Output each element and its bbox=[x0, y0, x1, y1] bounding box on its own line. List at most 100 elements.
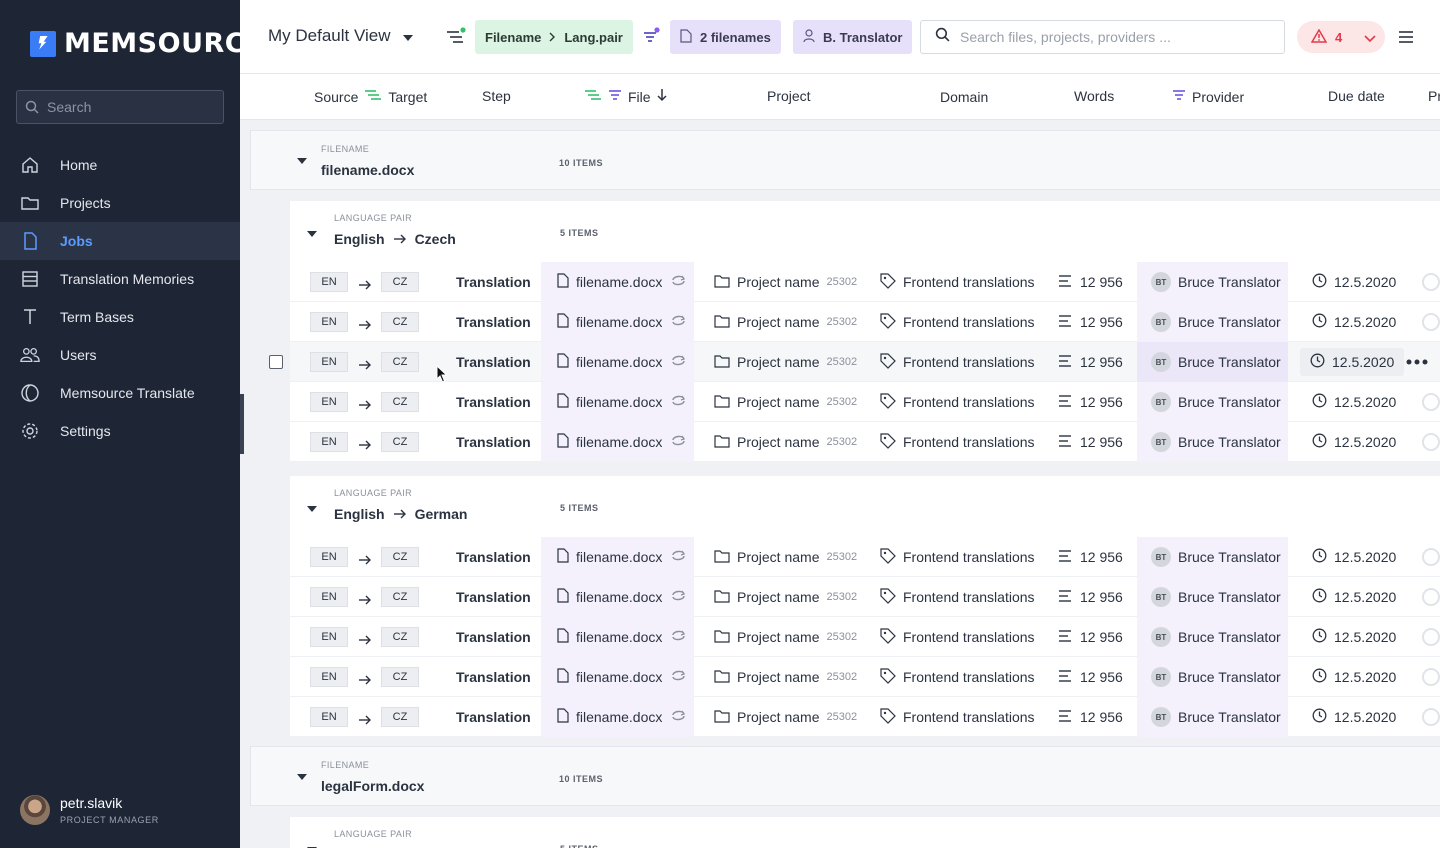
table-row[interactable]: EN CZ Translation filename.docx Project name… bbox=[290, 382, 1440, 422]
due-date-cell[interactable]: 12.5.2020 bbox=[1312, 382, 1396, 422]
avatar[interactable] bbox=[20, 795, 50, 825]
provider-cell[interactable]: BT Bruce Translator bbox=[1137, 382, 1288, 422]
user-profile[interactable]: petr.slavik PROJECT MANAGER bbox=[20, 795, 159, 825]
word-count: 12 956 bbox=[1080, 709, 1123, 725]
sidebar-search-input[interactable] bbox=[47, 99, 217, 115]
project-cell[interactable]: Project name 25302 bbox=[714, 342, 857, 382]
table-row[interactable]: EN CZ Translation filename.docx Project name… bbox=[290, 342, 1440, 382]
provider-filter-chip[interactable]: B. Translator bbox=[793, 20, 913, 54]
menu-icon[interactable] bbox=[1398, 30, 1414, 49]
table-row[interactable]: EN CZ Translation filename.docx Project name… bbox=[290, 617, 1440, 657]
provider-cell[interactable]: BT Bruce Translator bbox=[1137, 262, 1288, 302]
column-source-target[interactable]: Source Target bbox=[314, 88, 427, 105]
table-row[interactable]: EN CZ Translation filename.docx Project name… bbox=[290, 422, 1440, 462]
file-name: filename.docx bbox=[576, 394, 663, 410]
due-date-cell[interactable]: 12.5.2020 bbox=[1300, 348, 1405, 376]
project-cell[interactable]: Project name 25302 bbox=[714, 657, 857, 697]
column-step[interactable]: Step bbox=[482, 88, 511, 104]
project-name: Project name bbox=[737, 589, 820, 605]
brand-logo[interactable]: MEMSOURCE bbox=[30, 28, 264, 59]
view-name: My Default View bbox=[268, 26, 391, 45]
sidebar-item-term-bases[interactable]: Term Bases bbox=[0, 298, 240, 336]
due-date-cell[interactable]: 12.5.2020 bbox=[1312, 577, 1396, 617]
language-pair-group-header[interactable]: LANGUAGE PAIR English Czech 5 ITEMS bbox=[290, 201, 1440, 263]
group-by-chip[interactable]: Filename Lang.pair bbox=[475, 20, 633, 54]
view-selector[interactable]: My Default View bbox=[268, 26, 413, 46]
column-domain[interactable]: Domain bbox=[940, 89, 988, 105]
project-cell[interactable]: Project name 25302 bbox=[714, 422, 857, 462]
sidebar-item-users[interactable]: Users bbox=[0, 336, 240, 374]
more-actions-icon[interactable] bbox=[1406, 342, 1428, 382]
project-cell[interactable]: Project name 25302 bbox=[714, 382, 857, 422]
project-cell[interactable]: Project name 25302 bbox=[714, 577, 857, 617]
due-date-cell[interactable]: 12.5.2020 bbox=[1312, 657, 1396, 697]
caret-down-icon[interactable] bbox=[307, 231, 317, 237]
provider-cell[interactable]: BT Bruce Translator bbox=[1137, 617, 1288, 657]
table-row[interactable]: EN CZ Translation filename.docx Project name… bbox=[290, 537, 1440, 577]
file-cell[interactable]: filename.docx bbox=[541, 537, 694, 577]
language-pair-group-header[interactable]: LANGUAGE PAIR 5 ITEMS bbox=[290, 817, 1440, 848]
table-row[interactable]: EN CZ Translation filename.docx Project name… bbox=[290, 302, 1440, 342]
file-cell[interactable]: filename.docx bbox=[541, 302, 694, 342]
row-select-checkbox[interactable] bbox=[269, 355, 283, 369]
due-date-cell[interactable]: 12.5.2020 bbox=[1312, 617, 1396, 657]
search-icon bbox=[25, 100, 39, 114]
sidebar-item-projects[interactable]: Projects bbox=[0, 184, 240, 222]
file-cell[interactable]: filename.docx bbox=[541, 342, 694, 382]
filename-group-header[interactable]: FILENAME legalForm.docx 10 ITEMS bbox=[250, 746, 1440, 806]
column-due-date[interactable]: Due date bbox=[1328, 88, 1385, 104]
sidebar-item-home[interactable]: Home bbox=[0, 146, 240, 184]
file-cell[interactable]: filename.docx bbox=[541, 422, 694, 462]
filename-filter-label: 2 filenames bbox=[700, 29, 771, 45]
file-cell[interactable]: filename.docx bbox=[541, 617, 694, 657]
filter-icon[interactable] bbox=[642, 27, 662, 52]
file-cell[interactable]: filename.docx bbox=[541, 382, 694, 422]
due-date-cell[interactable]: 12.5.2020 bbox=[1312, 422, 1396, 462]
column-file[interactable]: File bbox=[584, 88, 667, 105]
due-date-cell[interactable]: 12.5.2020 bbox=[1312, 537, 1396, 577]
column-extra[interactable]: Pr bbox=[1428, 88, 1440, 104]
filename-group-header[interactable]: FILENAME filename.docx 10 ITEMS bbox=[250, 130, 1440, 190]
provider-cell[interactable]: BT Bruce Translator bbox=[1137, 342, 1288, 382]
project-cell[interactable]: Project name 25302 bbox=[714, 697, 857, 737]
language-pair-group-header[interactable]: LANGUAGE PAIR English German 5 ITEMS bbox=[290, 476, 1440, 538]
provider-cell[interactable]: BT Bruce Translator bbox=[1137, 537, 1288, 577]
column-project[interactable]: Project bbox=[767, 88, 811, 104]
project-cell[interactable]: Project name 25302 bbox=[714, 302, 857, 342]
project-cell[interactable]: Project name 25302 bbox=[714, 537, 857, 577]
due-date-cell[interactable]: 12.5.2020 bbox=[1312, 302, 1396, 342]
global-search-input[interactable] bbox=[960, 29, 1270, 45]
arrow-right-icon bbox=[358, 552, 372, 570]
due-date-cell[interactable]: 12.5.2020 bbox=[1312, 697, 1396, 737]
caret-down-icon[interactable] bbox=[297, 774, 307, 780]
caret-down-icon[interactable] bbox=[297, 158, 307, 164]
column-words[interactable]: Words bbox=[1074, 88, 1114, 104]
sidebar-item-memsource-translate[interactable]: Memsource Translate bbox=[0, 374, 240, 412]
provider-cell[interactable]: BT Bruce Translator bbox=[1137, 697, 1288, 737]
file-cell[interactable]: filename.docx bbox=[541, 697, 694, 737]
group-settings-icon[interactable] bbox=[445, 27, 467, 52]
filename-filter-chip[interactable]: 2 filenames bbox=[670, 20, 781, 54]
table-row[interactable]: EN CZ Translation filename.docx Project name… bbox=[290, 577, 1440, 617]
file-cell[interactable]: filename.docx bbox=[541, 262, 694, 302]
caret-down-icon[interactable] bbox=[307, 506, 317, 512]
file-cell[interactable]: filename.docx bbox=[541, 657, 694, 697]
brand-name: MEMSOURCE bbox=[64, 28, 265, 59]
due-date-cell[interactable]: 12.5.2020 bbox=[1312, 262, 1396, 302]
sidebar-item-settings[interactable]: Settings bbox=[0, 412, 240, 450]
sidebar-item-jobs[interactable]: Jobs bbox=[0, 222, 240, 260]
provider-cell[interactable]: BT Bruce Translator bbox=[1137, 577, 1288, 617]
table-row[interactable]: EN CZ Translation filename.docx Project name… bbox=[290, 697, 1440, 737]
table-row[interactable]: EN CZ Translation filename.docx Project name… bbox=[290, 262, 1440, 302]
table-row[interactable]: EN CZ Translation filename.docx Project name… bbox=[290, 657, 1440, 697]
project-cell[interactable]: Project name 25302 bbox=[714, 617, 857, 657]
home-icon bbox=[20, 155, 40, 175]
provider-cell[interactable]: BT Bruce Translator bbox=[1137, 422, 1288, 462]
project-cell[interactable]: Project name 25302 bbox=[714, 262, 857, 302]
provider-cell[interactable]: BT Bruce Translator bbox=[1137, 302, 1288, 342]
file-cell[interactable]: filename.docx bbox=[541, 577, 694, 617]
chevron-down-icon[interactable] bbox=[1364, 30, 1376, 48]
sidebar-item-translation-memories[interactable]: Translation Memories bbox=[0, 260, 240, 298]
column-provider[interactable]: Provider bbox=[1172, 88, 1244, 105]
provider-cell[interactable]: BT Bruce Translator bbox=[1137, 657, 1288, 697]
